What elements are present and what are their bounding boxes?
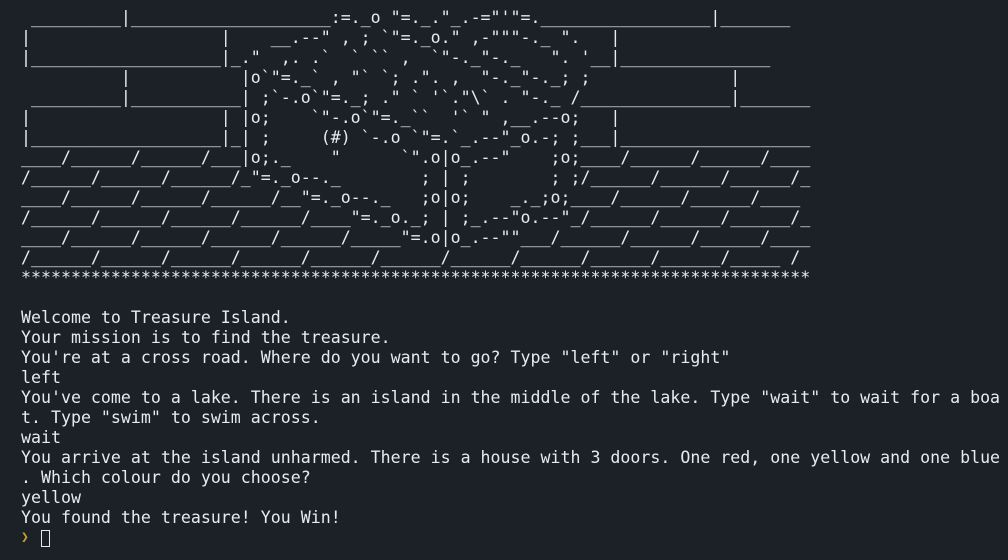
output-line-house-question: You arrive at the island unharmed. There… xyxy=(21,448,1001,467)
user-input-line-wait: wait xyxy=(21,428,61,447)
text-cursor[interactable] xyxy=(41,529,50,547)
prompt-chevron-icon: ❯ xyxy=(21,530,29,545)
terminal-window[interactable]: _________|____________________:=._o "=._… xyxy=(0,0,1008,560)
output-line-welcome: Welcome to Treasure Island. xyxy=(21,308,291,327)
output-line-win: You found the treasure! You Win! xyxy=(21,508,341,527)
terminal-transcript: Welcome to Treasure Island. Your mission… xyxy=(21,308,1005,528)
user-input-line-yellow: yellow xyxy=(21,488,81,507)
output-line-crossroad-question: You're at a cross road. Where do you wan… xyxy=(21,348,731,367)
output-line-lake-question-wrap: t. Type "swim" to swim across. xyxy=(21,408,321,427)
output-line-house-question-wrap: . Which colour do you choose? xyxy=(21,468,311,487)
output-line-mission: Your mission is to find the treasure. xyxy=(21,328,391,347)
command-prompt[interactable]: ❯ xyxy=(21,528,50,548)
output-line-lake-question: You've come to a lake. There is an islan… xyxy=(21,388,1001,407)
user-input-line-left: left xyxy=(21,368,61,387)
ascii-banner-art: _________|____________________:=._o "=._… xyxy=(21,8,811,287)
